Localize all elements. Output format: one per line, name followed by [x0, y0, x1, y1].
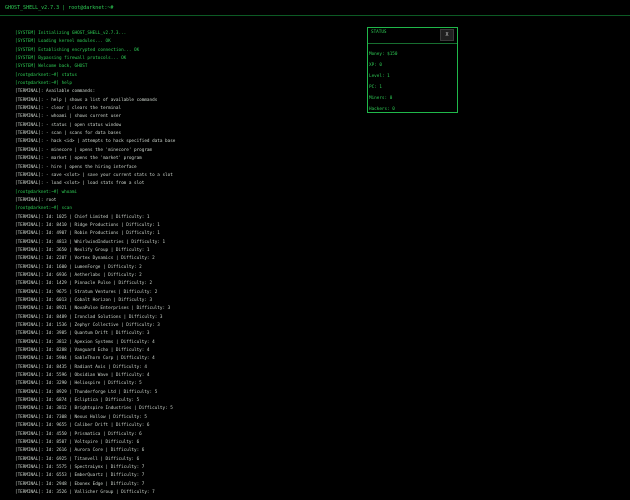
stat-value: 0 — [379, 63, 382, 68]
status-window-header[interactable]: STATUS X — [368, 28, 457, 44]
window-title: GHOST_SHELL_v2.7.3 | root@darknet:~# — [5, 5, 114, 11]
stat-miners: Miners: 0 — [368, 93, 457, 104]
terminal-line: [TERMINAL]: Id: 8507 | Voltspire | Diffi… — [15, 439, 140, 445]
terminal-line: [TERMINAL]: Id: 8921 | NovaPulse Enterpr… — [15, 306, 171, 312]
stat-level: Level: 1 — [368, 71, 457, 82]
stat-hackers: Hackers: 0 — [368, 104, 457, 115]
terminal-line: [TERMINAL]: Id: 2948 | Ebonex Edge | Dif… — [15, 481, 145, 487]
terminal-line: [root@darknet:~#] help — [15, 81, 72, 87]
terminal-output[interactable]: [SYSTEM] Initializing GHOST_SHELL_v2.7.3… — [15, 30, 355, 500]
terminal-line: [SYSTEM] Establishing encrypted connecti… — [15, 47, 140, 53]
terminal-line: [TERMINAL]: Id: 2207 | Vortex Dynamics |… — [15, 256, 155, 262]
stat-label: Hackers — [369, 107, 388, 112]
terminal-line: [root@darknet:~#] status — [15, 72, 78, 78]
terminal-line: [TERMINAL]: Id: 8410 | Ridge Productions… — [15, 222, 160, 228]
terminal-line: [TERMINAL]: Id: 7308 | Nexus Hollow | Di… — [15, 414, 147, 420]
terminal-line: [TERMINAL]: Id: 3650 | Nexlify Group | D… — [15, 247, 150, 253]
terminal-line: [TERMINAL]: - minecore | opens the 'mine… — [15, 147, 153, 153]
terminal-line: [TERMINAL]: Id: 5575 | SpectraLynx | Dif… — [15, 464, 145, 470]
status-window-title: STATUS — [371, 30, 387, 35]
terminal-line: [root@darknet:~#] whoami — [15, 189, 78, 195]
stat-value: 1 — [387, 74, 390, 79]
terminal-line: [TERMINAL]: Id: 4907 | Robin Productions… — [15, 231, 160, 237]
stat-pc: PC: 1 — [368, 82, 457, 93]
stat-label: Level — [369, 74, 382, 79]
stat-value: $150 — [387, 52, 398, 57]
terminal-line: [TERMINAL]: Id: 3812 | Apexion Systems |… — [15, 339, 155, 345]
terminal-line: [TERMINAL]: - status | open status windo… — [15, 122, 122, 128]
terminal-line: [TERMINAL]: Id: 3812 | Brightspire Indus… — [15, 406, 173, 412]
terminal-line: [TERMINAL]: Id: 5596 | Obsidian Wave | D… — [15, 373, 150, 379]
terminal-line: [SYSTEM] Initializing GHOST_SHELL_v2.7.3… — [15, 31, 127, 36]
terminal-line: [TERMINAL]: - help | shows a list of ava… — [15, 97, 158, 103]
status-stats: Money: $150 XP: 0 Level: 1 PC: 1 Miners: 0 Ha… — [368, 44, 457, 115]
terminal-line: [SYSTEM] Loading kernel modules... OK — [15, 39, 111, 45]
terminal-line: [TERMINAL]: Id: 3526 | Vallicher Group |… — [15, 489, 155, 495]
terminal-line: [TERMINAL]: Id: 3985 | Quantum Drift | D… — [15, 331, 150, 337]
stat-money: Money: $150 — [368, 49, 457, 60]
terminal-line: [TERMINAL]: Id: 1600 | LumenForge | Diff… — [15, 264, 142, 270]
stat-xp: XP: 0 — [368, 60, 457, 71]
stat-value: 0 — [392, 107, 395, 112]
terminal-line: [TERMINAL]: Id: 8435 | Radiant Axis | Di… — [15, 364, 147, 370]
terminal-line: [TERMINAL]: Id: 1536 | Zephyr Collective… — [15, 323, 160, 329]
terminal-line: [TERMINAL]: Id: 6874 | Ecliptica | Diffi… — [15, 398, 140, 404]
terminal-line: [TERMINAL]: Id: 9655 | Caliber Drift | D… — [15, 423, 150, 429]
terminal-line: [TERMINAL]: Id: 6925 | Titanvell | Diffi… — [15, 456, 140, 462]
terminal-line: [TERMINAL]: - save <slot> | save your cu… — [15, 172, 173, 178]
terminal-line: [TERMINAL]: Id: 6013 | Cobalt Horizon | … — [15, 298, 153, 303]
terminal-line: [TERMINAL]: Id: 8489 | Ironclad Solution… — [15, 314, 163, 320]
terminal-line: [TERMINAL]: Id: 1025 | Chief Limited | D… — [15, 214, 150, 220]
terminal-line: [TERMINAL]: Id: 8929 | Thunderforge Ltd … — [15, 389, 158, 395]
terminal-line: [TERMINAL]: - whoami | shows current use… — [15, 114, 122, 120]
terminal-line: [TERMINAL]: Id: 2616 | Aurora Core | Dif… — [15, 448, 145, 454]
stat-value: 0 — [389, 96, 393, 101]
terminal-line: [SYSTEM] Bypassing firewall protocols...… — [15, 56, 127, 62]
terminal-line: [TERMINAL]: - load <slot> | load stats f… — [15, 181, 145, 187]
terminal-line: [TERMINAL]: Id: 6553 | EmberQuartz | Dif… — [15, 473, 145, 479]
terminal-line: [TERMINAL]: Id: 3290 | Heliospire | Diff… — [15, 381, 142, 387]
close-button[interactable]: X — [440, 29, 454, 41]
terminal-line: [TERMINAL]: - market | opens the 'market… — [15, 156, 142, 162]
terminal-line: [SYSTEM] Welcome back, GHOST — [15, 64, 88, 70]
terminal-line: [TERMINAL]: Id: 4550 | Prismatica | Diff… — [15, 431, 142, 437]
terminal-line: [TERMINAL]: - scan | scans for data base… — [15, 131, 122, 137]
terminal-line: [TERMINAL]: Id: 4813 | WhirlwindIndustri… — [15, 239, 166, 245]
terminal-line: [TERMINAL]: - hire | opens the hiring in… — [15, 164, 137, 170]
terminal-line: [TERMINAL]: Id: 9675 | Stratum Ventures … — [15, 289, 158, 295]
terminal-line: [TERMINAL]: Id: 6936 | Aetherlabs | Diff… — [15, 272, 142, 278]
terminal-line: [TERMINAL]: Id: 5904 | SableThorn Corp |… — [15, 356, 155, 362]
status-window[interactable]: STATUS X Money: $150 XP: 0 Level: 1 PC: 1 Mi… — [367, 27, 458, 113]
stat-value: 1 — [379, 85, 382, 90]
window-title-bar: GHOST_SHELL_v2.7.3 | root@darknet:~# — [0, 0, 630, 16]
terminal-line: [TERMINAL]: Id: 8288 | Vanguard Echo | D… — [15, 348, 150, 354]
terminal-line: [TERMINAL]: - clear | clears the termina… — [15, 106, 122, 112]
terminal-line: [TERMINAL]: Id: 1429 | Pinnacle Pulse | … — [15, 281, 153, 287]
terminal-line: [TERMINAL]: - hack <id> | attempts to ha… — [15, 139, 176, 145]
terminal-line: [TERMINAL]: Available commands: — [15, 89, 96, 95]
stat-label: Miners — [369, 96, 385, 101]
terminal-line: [root@darknet:~#] scan — [15, 206, 72, 212]
stat-label: Money — [369, 52, 382, 57]
terminal-line: [TERMINAL]: root — [15, 197, 57, 203]
